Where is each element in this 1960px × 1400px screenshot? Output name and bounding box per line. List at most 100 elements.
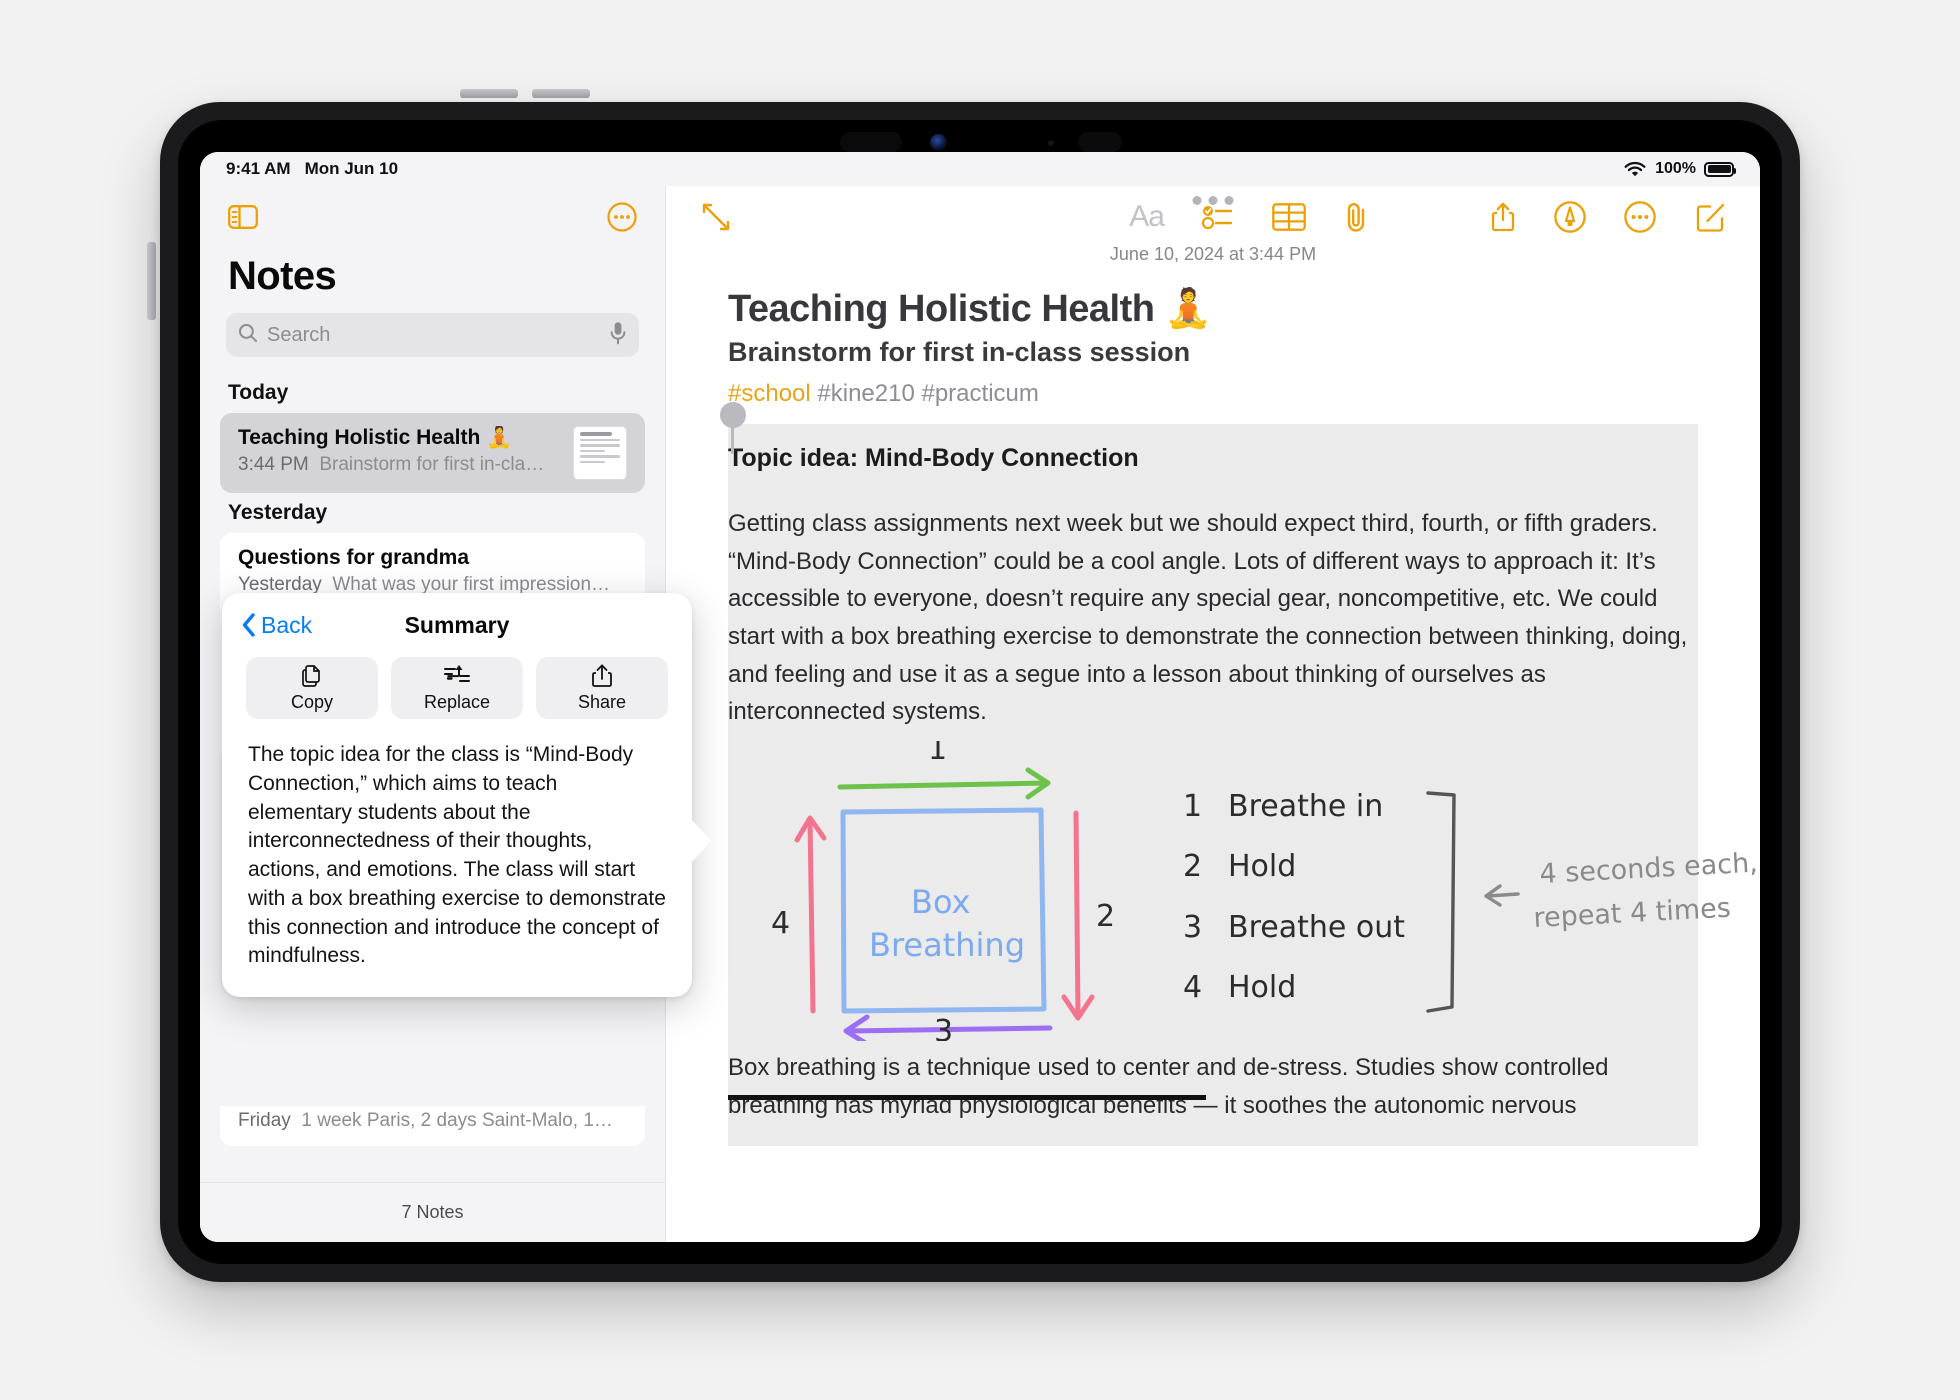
ipad-device: 9:41 AM Mon Jun 10 100% Notes Search Tod… [147,89,1809,1291]
note-subtitle: 3:44 PM Brainstorm for first in-cla… [238,454,561,476]
battery-full-icon [1704,161,1736,177]
front-camera-icon [930,134,947,151]
summary-popover: Back Summary Copy Replace Share The topi… [222,593,711,998]
trailing-paragraph: Box breathing is a technique used to cen… [728,1049,1698,1124]
sketch-bracket [1426,791,1456,1013]
popover-header: Back Summary [222,593,692,657]
sidebar-toolbar [200,186,665,248]
microphone-icon[interactable] [609,321,627,350]
note-preview: What was your first impression… [332,574,611,595]
volume-down-button[interactable] [532,89,590,98]
box-breathing-sketch[interactable]: 1 2 3 4 Box Breathing 1 Breathe in 2 Hol… [728,741,1758,1042]
ambient-sensor-icon [1048,140,1054,146]
replace-text-icon [444,665,470,682]
sketch-box-label-1: Box [911,883,970,921]
back-button[interactable]: Back [242,612,312,639]
note-content-scroll[interactable]: Teaching Holistic Health 🧘 Brainstorm fo… [666,265,1760,1242]
svg-text:Breathe in: Breathe in [1228,789,1383,824]
checklist-icon[interactable] [1202,203,1234,231]
strikethrough-mark [728,1095,1206,1101]
sketch-arrow-left [794,815,827,1014]
note-editor: Aa June 10, 2024 at 3:44 PM Teaching Hol… [666,186,1760,1242]
note-tags[interactable]: #school #kine210 #practicum [728,380,1698,408]
svg-text:repeat 4 times: repeat 4 times [1533,893,1732,934]
note-subtitle: Friday 1 week Paris, 2 days Saint-Malo, … [238,1110,627,1132]
speaker-pill [1078,132,1122,152]
multitask-handle-icon[interactable] [1192,196,1234,205]
note-heading: Teaching Holistic Health 🧘 [728,288,1212,330]
note-time: 3:44 PM [238,454,309,475]
chevron-left-icon [242,613,255,637]
selection-handle[interactable] [720,402,746,454]
compose-square-icon[interactable] [1694,201,1726,233]
table-icon[interactable] [1272,203,1306,231]
sketch-annotation: 4 seconds each, repeat 4 times [1533,848,1758,934]
sketch-arrow-right [1061,810,1095,1021]
editor-more-icon[interactable] [1624,201,1656,233]
share-icon [592,664,612,687]
text-format-icon[interactable]: Aa [1129,200,1165,234]
sketch-steps: 1 Breathe in 2 Hold 3 Breathe out 4 Hold [1183,789,1405,1005]
markup-pen-circle-icon[interactable] [1554,201,1586,233]
tag-rest[interactable]: #kine210 #practicum [811,380,1038,407]
share-button[interactable]: Share [536,657,668,719]
note-subheading: Brainstorm for first in-class session [728,337,1191,367]
wifi-icon [1623,161,1647,178]
search-input[interactable]: Search [226,313,639,357]
note-title: Questions for grandma [238,546,470,569]
copy-label: Copy [290,692,334,712]
back-label: Back [261,611,313,638]
svg-text:3: 3 [934,1014,953,1041]
note-time: Yesterday [238,574,322,595]
svg-text:Hold: Hold [1228,849,1296,884]
copy-button[interactable]: Copy [246,657,378,719]
notes-sidebar: Notes Search Today Teaching Holistic Hea… [200,186,711,1242]
note-preview: 1 week Paris, 2 days Saint-Malo, 1… [301,1110,613,1131]
share-label: Share [577,692,627,712]
sketch-box-label-2: Breathing [869,926,1025,964]
page-title: Notes [228,254,337,298]
popover-actions: Copy Replace Share [222,657,692,737]
sensor-pill [840,132,902,152]
power-button[interactable] [147,242,156,320]
expand-diagonal-icon[interactable] [700,201,732,233]
svg-text:2: 2 [1183,849,1202,884]
note-time: Friday [238,1110,291,1131]
svg-text:4: 4 [1183,970,1202,1005]
note-thumbnail [573,426,627,480]
volume-up-button[interactable] [460,89,518,98]
paperclip-icon[interactable] [1344,201,1370,233]
svg-text:4: 4 [771,906,790,941]
note-list-item-trip-planning-subtitle[interactable]: Friday 1 week Paris, 2 days Saint-Malo, … [220,1106,645,1146]
search-icon [238,323,258,348]
sidebar-more-icon[interactable] [607,202,637,232]
ipad-screen: 9:41 AM Mon Jun 10 100% Notes Search Tod… [178,120,1782,1264]
replace-label: Replace [423,692,491,712]
status-time: 9:41 AM [226,159,291,178]
trailing-paragraph-text: Box breathing is a technique used to cen… [728,1054,1609,1119]
tag-school[interactable]: #school [728,380,811,407]
battery-percent-label: 100% [1655,160,1696,177]
sketch-arrow-top [837,767,1051,800]
sidebar-toggle-icon[interactable] [228,205,258,229]
status-date: Mon Jun 10 [304,159,399,178]
section-header-today: Today [228,381,289,404]
section-header-yesterday: Yesterday [228,501,328,524]
summary-text: The topic idea for the class is “Mind-Bo… [248,743,666,968]
svg-text:Hold: Hold [1228,970,1296,1005]
note-list-item-teaching-holistic-health[interactable]: Teaching Holistic Health 🧘 3:44 PM Brain… [220,413,645,493]
svg-text:Breathe out: Breathe out [1228,910,1405,945]
note-title: Teaching Holistic Health 🧘 [238,426,513,449]
arrow-left-icon [1484,884,1520,907]
replace-button[interactable]: Replace [391,657,523,719]
share-up-icon[interactable] [1490,201,1516,233]
note-timestamp: June 10, 2024 at 3:44 PM [1109,244,1317,264]
notes-app: 9:41 AM Mon Jun 10 100% Notes Search Tod… [200,152,1760,1242]
note-preview: Brainstorm for first in-cla… [319,454,545,475]
copy-icon [302,665,320,687]
popover-title: Summary [404,611,510,638]
svg-text:2: 2 [1096,899,1115,934]
svg-text:3: 3 [1183,910,1202,945]
selected-text-block[interactable]: Topic idea: Mind-Body Connection Getting… [720,402,1758,1147]
status-bar: 9:41 AM Mon Jun 10 100% [200,152,1760,186]
